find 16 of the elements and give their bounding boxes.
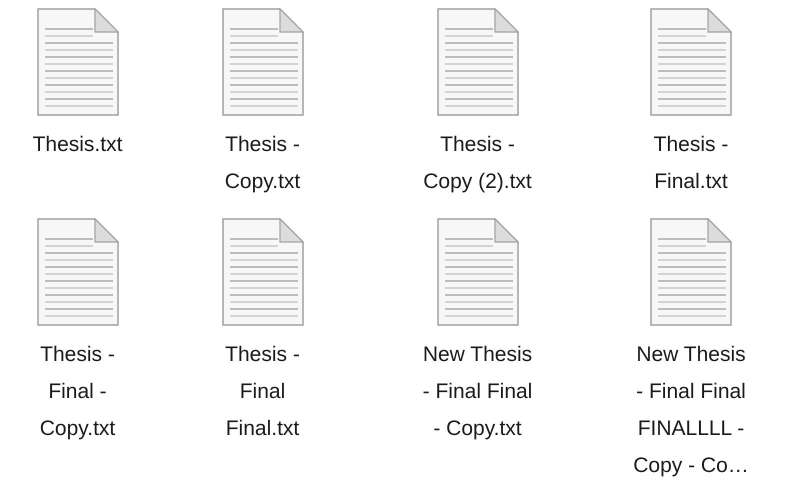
file-name[interactable]: Thesis.txt xyxy=(32,126,122,163)
text-file-icon xyxy=(222,8,304,116)
text-file-icon xyxy=(436,218,518,326)
file-name[interactable]: Thesis - Copy (2).txt xyxy=(423,126,532,200)
text-file-icon xyxy=(650,8,732,116)
file-name[interactable]: Thesis - Copy.txt xyxy=(224,126,300,200)
file-name[interactable]: Thesis - Final Final.txt xyxy=(225,336,300,447)
text-file-icon xyxy=(436,8,518,116)
file-name[interactable]: New Thesis - Final Final FINALLLL - Copy - Co… xyxy=(633,336,749,484)
text-file-icon xyxy=(650,218,732,326)
text-file-icon xyxy=(36,8,118,116)
file-name[interactable]: Thesis - Final.txt xyxy=(654,126,728,200)
file-name[interactable]: New Thesis - Final Final - Copy.txt xyxy=(422,336,532,447)
text-file-icon xyxy=(36,218,118,326)
file-name[interactable]: Thesis - Final - Copy.txt xyxy=(40,336,116,447)
text-file-icon xyxy=(222,218,304,326)
